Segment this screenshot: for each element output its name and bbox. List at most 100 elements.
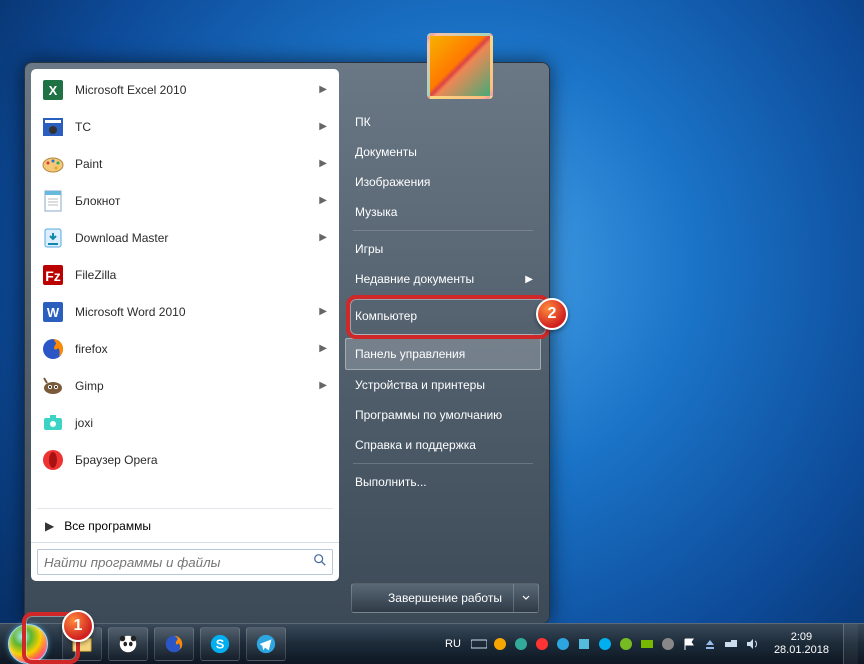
program-label: Paint — [75, 157, 319, 171]
firefox-icon — [39, 335, 67, 363]
program-item[interactable]: Блокнот▶ — [33, 182, 337, 219]
svg-text:X: X — [49, 83, 58, 98]
date-text: 28.01.2018 — [774, 644, 829, 657]
eject-icon[interactable] — [702, 636, 718, 652]
taskbar-skype-icon[interactable]: S — [200, 627, 240, 661]
desktop: XMicrosoft Excel 2010▶TC▶Paint▶Блокнот▶D… — [0, 0, 864, 664]
program-item[interactable]: joxi — [33, 404, 337, 441]
separator — [37, 508, 333, 509]
flyout-arrow-icon: ▶ — [319, 195, 331, 206]
right-pane-item[interactable]: Музыка — [345, 197, 541, 227]
program-label: Gimp — [75, 379, 319, 393]
tray-nvidia-icon[interactable] — [639, 636, 655, 652]
flyout-arrow-icon: ▶ — [319, 306, 331, 317]
volume-icon[interactable] — [744, 636, 760, 652]
user-picture[interactable] — [427, 33, 493, 99]
start-menu: XMicrosoft Excel 2010▶TC▶Paint▶Блокнот▶D… — [24, 62, 550, 624]
tc-icon — [39, 113, 67, 141]
language-indicator[interactable]: RU — [441, 636, 465, 652]
paint-icon — [39, 150, 67, 178]
program-item[interactable]: XMicrosoft Excel 2010▶ — [33, 71, 337, 108]
right-pane-label: Справка и поддержка — [355, 438, 476, 452]
right-pane-item[interactable]: Устройства и принтеры — [345, 370, 541, 400]
network-icon[interactable] — [723, 636, 739, 652]
action-center-flag-icon[interactable] — [681, 636, 697, 652]
search-box-container — [31, 542, 339, 581]
word-icon: W — [39, 298, 67, 326]
program-item[interactable]: firefox▶ — [33, 330, 337, 367]
program-label: Блокнот — [75, 194, 319, 208]
right-pane-item[interactable]: Изображения — [345, 167, 541, 197]
tray-app-icon[interactable] — [618, 636, 634, 652]
right-pane-item[interactable]: Справка и поддержка — [345, 430, 541, 460]
program-item[interactable]: TC▶ — [33, 108, 337, 145]
program-label: Microsoft Excel 2010 — [75, 83, 319, 97]
flyout-arrow-icon: ▶ — [525, 274, 533, 285]
right-pane-label: Выполнить... — [355, 475, 427, 489]
tray-telegram-icon[interactable] — [555, 636, 571, 652]
shutdown-options-arrow[interactable] — [513, 584, 538, 612]
excel-icon: X — [39, 76, 67, 104]
right-pane-label: Недавние документы — [355, 272, 474, 286]
tray-app-icon[interactable] — [492, 636, 508, 652]
right-pane-item[interactable]: Недавние документы ▶ — [345, 264, 541, 294]
tray-app-icon[interactable] — [576, 636, 592, 652]
taskbar-telegram-icon[interactable] — [246, 627, 286, 661]
shutdown-label: Завершение работы — [388, 591, 502, 605]
right-pane-item[interactable]: Документы — [345, 137, 541, 167]
tray-skype-icon[interactable] — [597, 636, 613, 652]
taskbar-explorer-icon[interactable] — [62, 627, 102, 661]
tray-icons — [471, 636, 760, 652]
right-pane-item[interactable]: Выполнить... — [345, 467, 541, 497]
flyout-arrow-icon: ▶ — [319, 121, 331, 132]
program-label: firefox — [75, 342, 319, 356]
right-pane-item[interactable]: Панель управления — [345, 338, 541, 370]
taskbar-panda-icon[interactable] — [108, 627, 148, 661]
tray-app-icon[interactable] — [513, 636, 529, 652]
taskbar-pinned-apps: S — [62, 627, 286, 661]
program-item[interactable]: Download Master▶ — [33, 219, 337, 256]
triangle-right-icon: ▶ — [45, 519, 54, 533]
right-pane-label: Игры — [355, 242, 383, 256]
program-label: joxi — [75, 416, 331, 430]
flyout-arrow-icon: ▶ — [319, 232, 331, 243]
right-pane-label: Панель управления — [355, 347, 465, 361]
taskbar-firefox-icon[interactable] — [154, 627, 194, 661]
right-pane-label: Компьютер — [355, 309, 417, 323]
dm-icon — [39, 224, 67, 252]
search-input[interactable] — [37, 549, 333, 575]
right-pane-item[interactable]: ПК — [345, 107, 541, 137]
program-label: Download Master — [75, 231, 319, 245]
program-item[interactable]: Paint▶ — [33, 145, 337, 182]
tray-app-icon[interactable] — [534, 636, 550, 652]
separator — [353, 334, 533, 335]
right-pane-item[interactable]: Игры — [345, 234, 541, 264]
right-pane-item[interactable]: Компьютер — [345, 301, 541, 331]
start-button[interactable] — [8, 624, 48, 664]
keyboard-icon[interactable] — [471, 636, 487, 652]
right-pane-label: Музыка — [355, 205, 397, 219]
show-desktop-button[interactable] — [843, 624, 858, 664]
svg-text:S: S — [216, 637, 225, 652]
all-programs-button[interactable]: ▶ Все программы — [31, 510, 339, 542]
right-pane-item[interactable]: Программы по умолчанию — [345, 400, 541, 430]
program-item[interactable]: WMicrosoft Word 2010▶ — [33, 293, 337, 330]
svg-text:W: W — [47, 305, 60, 320]
program-label: FileZilla — [75, 268, 331, 282]
flyout-arrow-icon: ▶ — [319, 158, 331, 169]
system-tray: RU 2:09 28.01.2018 — [441, 624, 864, 664]
program-item[interactable]: FzFileZilla — [33, 256, 337, 293]
program-item[interactable]: Gimp▶ — [33, 367, 337, 404]
search-icon — [313, 553, 327, 570]
shutdown-button[interactable]: Завершение работы — [351, 583, 539, 613]
program-list: XMicrosoft Excel 2010▶TC▶Paint▶Блокнот▶D… — [31, 69, 339, 507]
separator — [353, 297, 533, 298]
program-item[interactable]: Браузер Opera — [33, 441, 337, 478]
right-pane-label: Документы — [355, 145, 417, 159]
separator — [353, 463, 533, 464]
tray-app-icon[interactable] — [660, 636, 676, 652]
clock[interactable]: 2:09 28.01.2018 — [766, 631, 837, 657]
joxi-icon — [39, 409, 67, 437]
gimp-icon — [39, 372, 67, 400]
time-text: 2:09 — [774, 631, 829, 644]
